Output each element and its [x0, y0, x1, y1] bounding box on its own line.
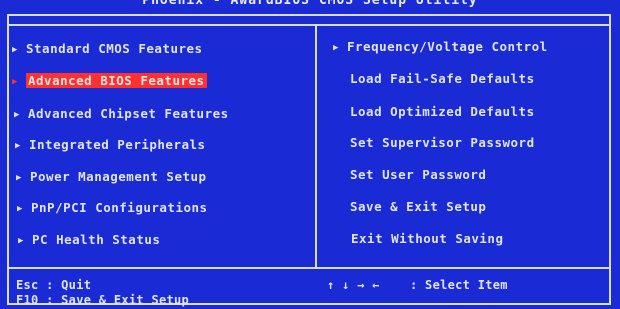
footer-esc-hint: Esc : Quit [16, 278, 92, 292]
arrow-right-icon: ▶ [14, 110, 20, 120]
menu-item-standard-cmos-features[interactable]: ▶ Standard CMOS Features [12, 41, 203, 58]
menu-item-label: Load Optimized Defaults [350, 104, 535, 119]
menu-item-set-user-password[interactable]: Set User Password [350, 167, 486, 183]
menu-item-exit-without-saving[interactable]: Exit Without Saving [351, 231, 504, 247]
arrow-right-icon: ▶ [12, 77, 18, 87]
menu-item-load-fail-safe-defaults[interactable]: Load Fail-Safe Defaults [350, 71, 535, 87]
menu-item-set-supervisor-password[interactable]: Set Supervisor Password [350, 135, 535, 151]
header-divider [7, 24, 611, 26]
arrow-right-icon: ▶ [12, 45, 18, 55]
menu-item-label: Load Fail-Safe Defaults [350, 71, 535, 86]
menu-item-pc-health-status[interactable]: ▶ PC Health Status [18, 232, 160, 249]
arrow-right-icon: ▶ [333, 43, 339, 53]
menu-item-label: PnP/PCI Configurations [31, 200, 208, 215]
menu-item-load-optimized-defaults[interactable]: Load Optimized Defaults [350, 104, 535, 120]
bios-title: Phoenix - AwardBIOS CMOS Setup Utility [142, 0, 478, 8]
column-divider [315, 24, 317, 267]
menu-item-integrated-peripherals[interactable]: ▶ Integrated Peripherals [15, 137, 206, 154]
menu-item-label: Advanced BIOS Features [26, 73, 207, 88]
menu-item-save-exit-setup[interactable]: Save & Exit Setup [350, 199, 486, 215]
footer-divider [7, 267, 611, 269]
menu-item-advanced-chipset-features[interactable]: ▶ Advanced Chipset Features [14, 106, 229, 123]
menu-item-advanced-bios-features[interactable]: ▶ Advanced BIOS Features [12, 73, 207, 90]
arrow-right-icon: ▶ [16, 173, 22, 183]
menu-item-label: Save & Exit Setup [350, 199, 487, 214]
menu-item-frequency-voltage-control[interactable]: ▶ Frequency/Voltage Control [333, 39, 548, 56]
menu-item-label: Power Management Setup [30, 169, 207, 184]
menu-item-label: Set User Password [350, 167, 487, 182]
menu-item-label: Standard CMOS Features [26, 41, 203, 56]
arrow-right-icon: ▶ [18, 236, 24, 246]
menu-item-power-management-setup[interactable]: ▶ Power Management Setup [16, 169, 207, 186]
menu-item-label: Set Supervisor Password [350, 135, 535, 150]
arrow-right-icon: ▶ [15, 141, 21, 151]
menu-item-label: PC Health Status [32, 232, 161, 247]
menu-item-label: Integrated Peripherals [29, 137, 206, 152]
menu-item-label: Advanced Chipset Features [28, 106, 229, 121]
footer-arrow-keys-icon: ↑ ↓ → ← [327, 278, 380, 292]
menu-item-pnp-pci-configurations[interactable]: ▶ PnP/PCI Configurations [17, 200, 208, 217]
footer-select-item-hint: : Select Item [410, 278, 508, 292]
menu-item-label: Exit Without Saving [351, 231, 504, 246]
arrow-right-icon: ▶ [17, 204, 23, 214]
menu-item-label: Frequency/Voltage Control [347, 39, 548, 54]
footer-f10-hint: F10 : Save & Exit Setup [16, 293, 190, 307]
